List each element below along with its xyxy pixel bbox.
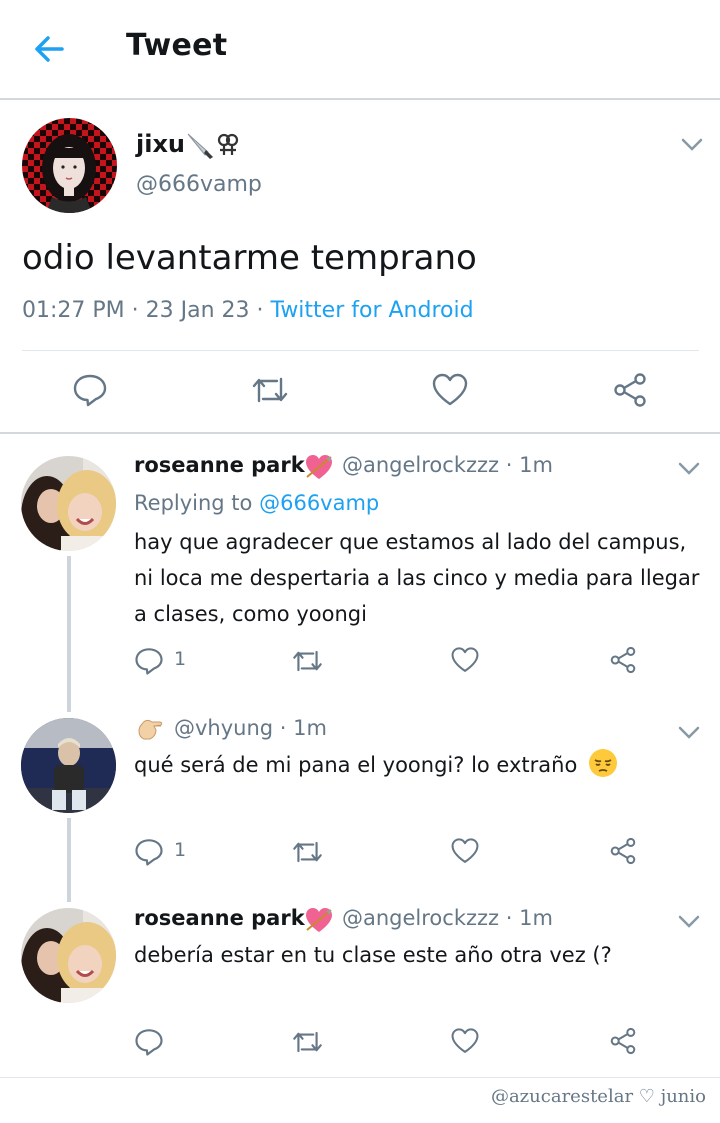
- author-name[interactable]: jixu: [136, 130, 185, 158]
- reply-text-line: debería estar en tu clase este año otra …: [134, 943, 612, 967]
- avatar[interactable]: [21, 908, 116, 1003]
- retweet-icon[interactable]: [291, 1027, 324, 1057]
- reply-time: 1m: [519, 453, 553, 477]
- hand-emoji-icon: [138, 719, 163, 740]
- replying-to: Replying to @666vamp: [134, 491, 380, 515]
- avatar[interactable]: [22, 118, 117, 213]
- app-header: Tweet: [0, 0, 720, 100]
- avatar-image: [21, 456, 116, 551]
- reply-text-line: qué será de mi pana el yoongi? lo extrañ…: [134, 753, 578, 777]
- avatar[interactable]: [21, 718, 116, 813]
- reply-author-name[interactable]: roseanne park: [134, 453, 305, 477]
- reply-text: qué será de mi pana el yoongi? lo extrañ…: [134, 747, 618, 783]
- reply-time: 1m: [293, 716, 327, 740]
- page-title: Tweet: [126, 28, 228, 63]
- like-heart-icon[interactable]: [451, 1027, 479, 1055]
- author-handle[interactable]: @666vamp: [136, 172, 262, 197]
- tweet-time: 01:27 PM: [22, 298, 125, 323]
- reply-text: debería estar en tu clase este año otra …: [134, 937, 612, 973]
- share-icon[interactable]: [609, 646, 637, 674]
- reply-handle-time: @angelrockzzz · 1m: [342, 453, 553, 477]
- heart-with-arrow-icon: [306, 455, 332, 479]
- share-icon[interactable]: [609, 1027, 637, 1055]
- avatar-image: [21, 718, 116, 813]
- retweet-icon[interactable]: [291, 837, 324, 867]
- thread-line: [67, 556, 71, 712]
- reply-icon[interactable]: [134, 837, 164, 867]
- reply-handle[interactable]: @angelrockzzz: [342, 906, 499, 930]
- like-heart-icon[interactable]: [451, 837, 479, 865]
- like-heart-icon[interactable]: [432, 372, 468, 408]
- reply-text-line: hay que agradecer que estamos al lado de…: [134, 530, 687, 554]
- reply-icon[interactable]: [72, 372, 108, 408]
- watermark: @azucarestelar ♡ junio: [490, 1086, 706, 1107]
- reply-icon[interactable]: [134, 1027, 164, 1057]
- like-heart-icon[interactable]: [451, 646, 479, 674]
- tweet-text: odio levantarme temprano: [22, 238, 477, 278]
- pensive-face-emoji: [588, 749, 617, 777]
- reply-handle-time: @angelrockzzz · 1m: [342, 906, 553, 930]
- reply-handle-time: @vhyung · 1m: [174, 716, 327, 740]
- reply-time: 1m: [519, 906, 553, 930]
- tweet-date: 23 Jan 23: [145, 298, 250, 323]
- female-sign-icon: [217, 133, 239, 155]
- avatar-image: [22, 118, 117, 213]
- reply-handle[interactable]: @vhyung: [174, 716, 273, 740]
- name-emojis: [187, 133, 239, 159]
- avatar[interactable]: [21, 456, 116, 551]
- knife-icon: [187, 133, 213, 159]
- share-icon[interactable]: [609, 837, 637, 865]
- heart-with-arrow-icon: [306, 908, 332, 932]
- reply-icon[interactable]: [134, 646, 164, 676]
- chevron-down-icon[interactable]: [678, 726, 700, 740]
- reply-text: hay que agradecer que estamos al lado de…: [134, 524, 699, 632]
- reply-count: 1: [174, 839, 187, 861]
- divider: [0, 1077, 720, 1078]
- mention-link[interactable]: @666vamp: [259, 491, 379, 515]
- chevron-down-icon[interactable]: [681, 138, 703, 152]
- retweet-icon[interactable]: [291, 646, 324, 676]
- avatar-image: [21, 908, 116, 1003]
- reply-text-line: a clases, como yoongi: [134, 602, 367, 626]
- reply-author-name[interactable]: roseanne park: [134, 906, 305, 930]
- chevron-down-icon[interactable]: [678, 462, 700, 476]
- reply-count: 1: [174, 648, 187, 670]
- chevron-down-icon[interactable]: [678, 915, 700, 929]
- retweet-icon[interactable]: [250, 372, 290, 408]
- reply-handle[interactable]: @angelrockzzz: [342, 453, 499, 477]
- section-divider: [0, 432, 720, 434]
- tweet-meta: 01:27 PM · 23 Jan 23 · Twitter for Andro…: [22, 298, 474, 323]
- divider: [22, 350, 699, 351]
- thread-line: [67, 818, 71, 902]
- reply-text-line: ni loca me despertaria a las cinco y med…: [134, 566, 700, 590]
- tweet-source-link[interactable]: Twitter for Android: [271, 298, 474, 323]
- share-icon[interactable]: [612, 372, 648, 408]
- back-arrow-icon[interactable]: [32, 32, 66, 66]
